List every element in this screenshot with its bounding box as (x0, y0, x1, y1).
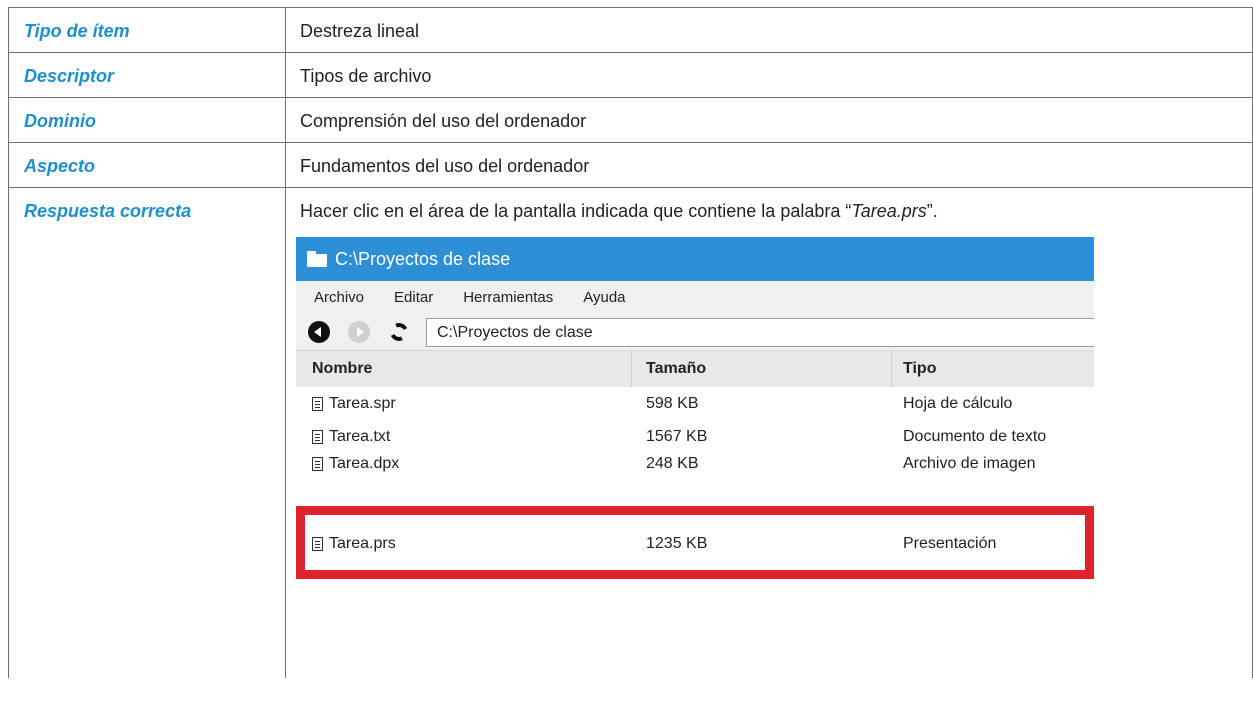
row-value: Fundamentos del uso del ordenador (300, 156, 590, 176)
file-type: Documento de texto (903, 427, 1047, 445)
menu-bar: Archivo Editar Herramientas Ayuda (296, 281, 1094, 314)
menu-archivo[interactable]: Archivo (314, 289, 364, 306)
file-type: Presentación (903, 534, 997, 552)
row-value: Tipos de archivo (300, 66, 432, 86)
menu-ayuda[interactable]: Ayuda (583, 289, 625, 306)
row-value: Comprensión del uso del ordenador (300, 111, 587, 131)
answer-cell: Hacer clic en el área de la pantalla ind… (286, 188, 1252, 678)
item-metadata-table: Tipo de ítem Destreza lineal Descriptor … (8, 7, 1253, 678)
file-size: 1235 KB (646, 534, 708, 552)
window-title: C:\Proyectos de clase (335, 248, 511, 269)
file-row-txt[interactable]: Tarea.txt 1567 KB Documento de texto (296, 420, 1094, 453)
row-key: Tipo de ítem (24, 21, 130, 41)
row-key: Descriptor (24, 66, 115, 86)
file-type: Archivo de imagen (903, 454, 1036, 472)
file-size: 1567 KB (646, 427, 708, 445)
row-descriptor: Descriptor Tipos de archivo (8, 52, 1253, 98)
column-headers: Nombre Tamaño Tipo (296, 351, 1094, 387)
file-name: Tarea.txt (329, 427, 391, 445)
text-file-icon (312, 429, 323, 444)
presentation-file-icon (312, 536, 323, 551)
file-row-dpx[interactable]: Tarea.dpx 248 KB Archivo de imagen (296, 453, 1094, 477)
row-respuesta-correcta: Respuesta correcta Hacer clic en el área… (8, 187, 1253, 678)
file-name: Tarea.prs (329, 534, 396, 552)
row-dominio: Dominio Comprensión del uso del ordenado… (8, 97, 1253, 143)
refresh-icon[interactable] (387, 320, 411, 344)
file-row-prs[interactable]: Tarea.prs 1235 KB Presentación (296, 527, 1094, 560)
forward-icon[interactable] (348, 321, 370, 343)
spreadsheet-file-icon (312, 396, 323, 411)
window-titlebar: C:\Proyectos de clase (296, 237, 1094, 281)
column-tamano[interactable]: Tamaño (632, 351, 892, 387)
file-row-spr[interactable]: Tarea.spr 598 KB Hoja de cálculo (296, 387, 1094, 420)
address-input[interactable]: C:\Proyectos de clase (426, 317, 1094, 347)
back-icon[interactable] (308, 321, 330, 343)
file-name: Tarea.spr (329, 394, 396, 412)
folder-icon (307, 251, 327, 267)
menu-herramientas[interactable]: Herramientas (463, 289, 553, 306)
row-value: Destreza lineal (300, 21, 420, 41)
menu-editar[interactable]: Editar (394, 289, 433, 306)
answer-highlight-box: Tarea.prs 1235 KB Presentación (296, 506, 1094, 579)
column-tipo[interactable]: Tipo (892, 360, 1094, 378)
column-nombre[interactable]: Nombre (296, 351, 632, 387)
file-type: Hoja de cálculo (903, 394, 1013, 412)
file-size: 248 KB (646, 454, 699, 472)
row-key: Dominio (24, 111, 96, 131)
file-size: 598 KB (646, 394, 699, 412)
answer-filename: Tarea.prs (851, 201, 927, 221)
row-key: Respuesta correcta (24, 201, 192, 221)
answer-instruction: Hacer clic en el área de la pantalla ind… (300, 201, 938, 221)
file-name: Tarea.dpx (329, 454, 400, 472)
row-aspecto: Aspecto Fundamentos del uso del ordenado… (8, 142, 1253, 188)
image-file-icon (312, 456, 323, 471)
row-key: Aspecto (24, 156, 96, 176)
address-bar: C:\Proyectos de clase (296, 314, 1094, 351)
file-explorer-window: C:\Proyectos de clase Archivo Editar Her… (296, 237, 1094, 611)
row-tipo-item: Tipo de ítem Destreza lineal (8, 7, 1253, 53)
